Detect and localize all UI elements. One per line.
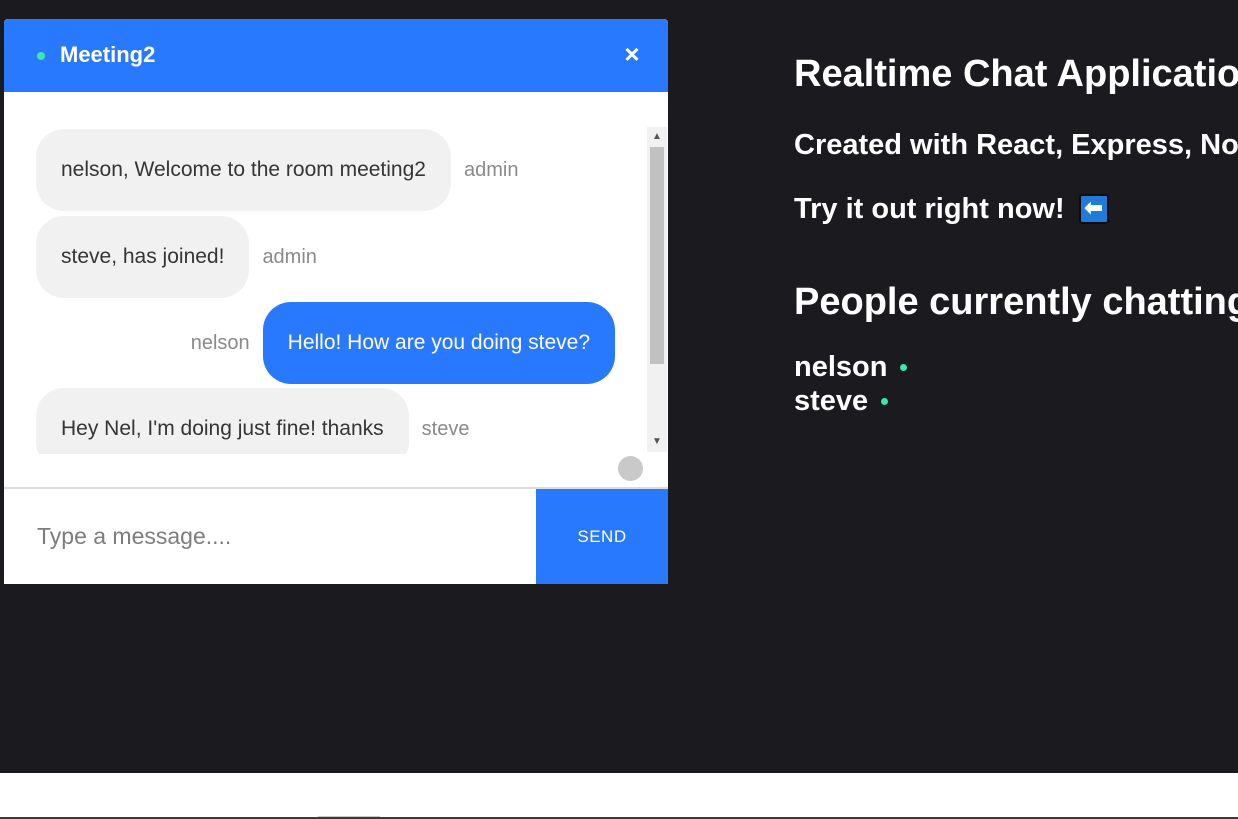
try-it-text: Try it out right now!: [794, 193, 1065, 225]
person-name: steve: [794, 385, 869, 417]
message-bubble: steve, has joined!: [36, 216, 250, 298]
online-dot-icon: [900, 363, 908, 371]
room-name: Meeting2: [60, 42, 156, 67]
page-subtitle: Created with React, Express, Node and So…: [794, 129, 1238, 161]
bottom-strip: [0, 773, 1238, 819]
chat-header: Meeting2 ×: [4, 19, 668, 92]
people-list: nelson steve: [794, 350, 908, 418]
scroll-to-bottom-button[interactable]: [618, 456, 643, 481]
message-row-own: nelson Hello! How are you doing steve?: [191, 302, 615, 384]
page-title: Realtime Chat Application: [794, 53, 1238, 95]
people-heading: People currently chatting:: [794, 281, 1238, 323]
message-list[interactable]: nelson, Welcome to the room meeting2 adm…: [4, 129, 647, 454]
scroll-down-icon[interactable]: ▼: [647, 434, 667, 450]
message-row: steve, has joined! admin: [36, 216, 317, 298]
left-arrow-icon: ⬅: [1078, 194, 1109, 224]
message-bubble-own: Hello! How are you doing steve?: [262, 302, 615, 384]
scroll-thumb[interactable]: [650, 147, 664, 364]
message-sender: admin: [463, 158, 519, 181]
try-it-heading: Try it out right now! ⬅: [794, 192, 1109, 226]
message-sender: steve: [421, 417, 470, 440]
message-input[interactable]: [4, 489, 536, 584]
scroll-up-icon[interactable]: ▲: [647, 129, 667, 145]
person-item: steve: [794, 384, 907, 418]
person-item: nelson: [794, 350, 908, 384]
online-dot-icon: [37, 52, 45, 60]
message-sender: admin: [262, 245, 317, 268]
send-button[interactable]: SEND: [536, 489, 668, 584]
message-input-bar: SEND: [4, 487, 668, 584]
message-row: Hey Nel, I'm doing just fine! thanks ste…: [36, 388, 469, 454]
chat-window: Meeting2 × nelson, Welcome to the room m…: [4, 19, 668, 584]
message-sender: nelson: [190, 331, 250, 354]
message-bubble: nelson, Welcome to the room meeting2: [36, 129, 451, 211]
message-scrollbar[interactable]: ▲ ▼: [647, 127, 667, 452]
info-panel: Realtime Chat Application Created with R…: [794, 0, 1238, 760]
close-icon[interactable]: ×: [620, 39, 644, 69]
message-bubble: Hey Nel, I'm doing just fine! thanks: [36, 388, 409, 454]
person-name: nelson: [794, 351, 888, 383]
online-dot-icon: [881, 397, 889, 405]
message-row: nelson, Welcome to the room meeting2 adm…: [36, 129, 518, 211]
